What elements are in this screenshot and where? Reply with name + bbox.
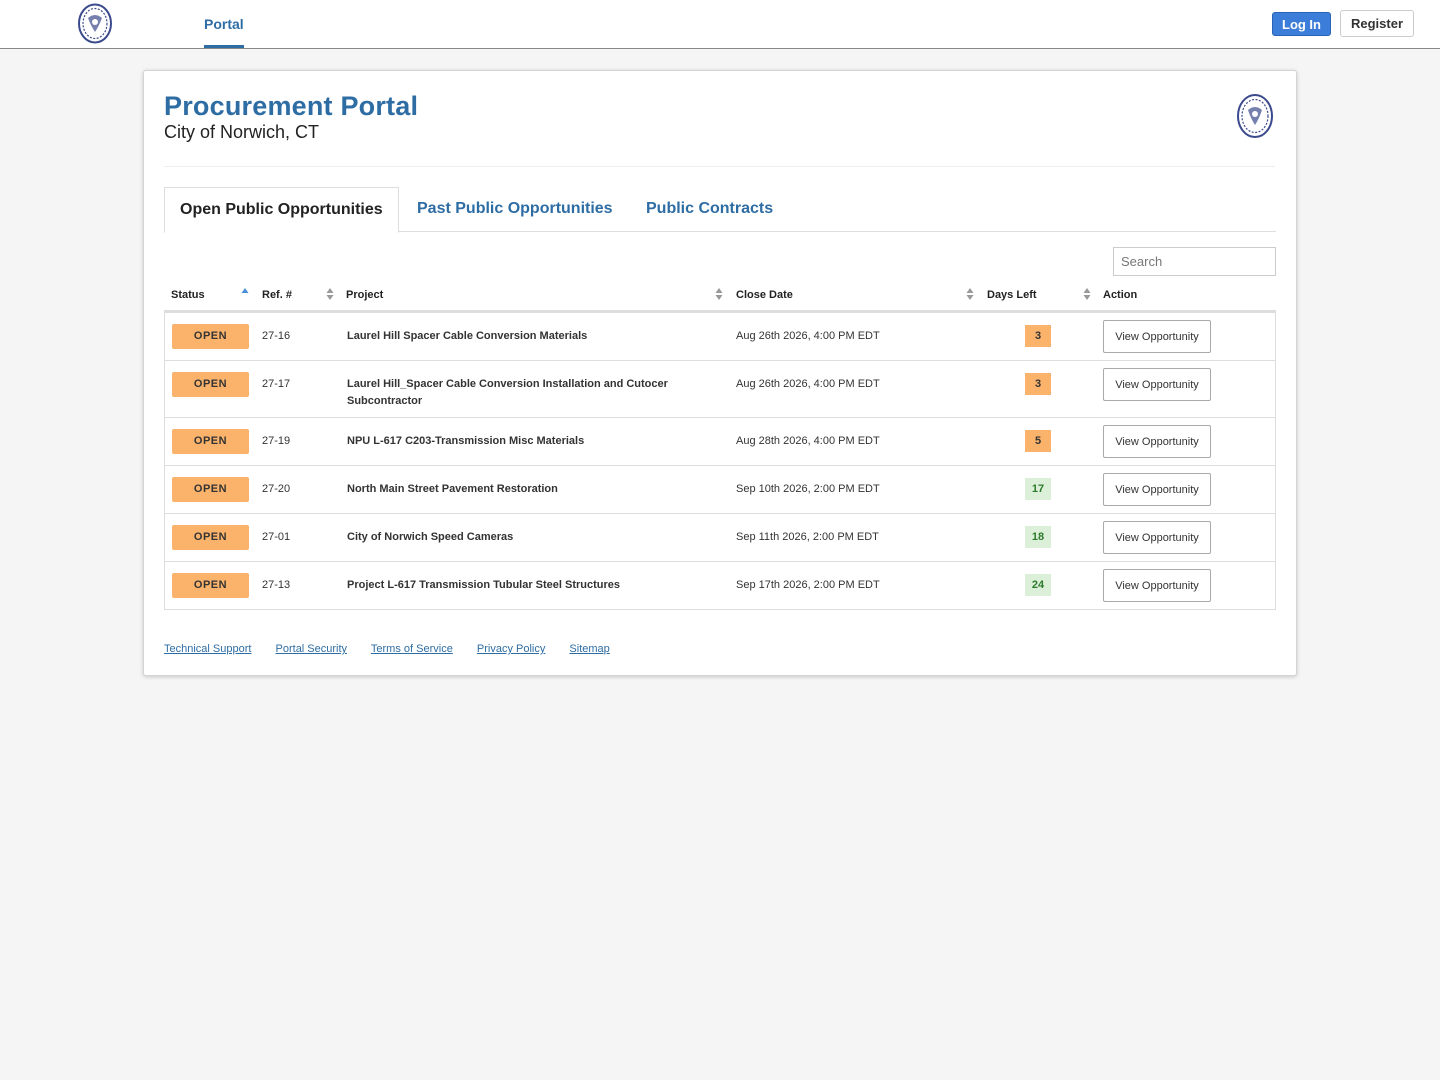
sort-asc-icon[interactable] [241, 287, 249, 301]
privacy-policy-link[interactable]: Privacy Policy [477, 643, 545, 655]
footer-links: Technical Support Portal Security Terms … [164, 643, 631, 655]
sitemap-link[interactable]: Sitemap [569, 643, 609, 655]
column-header-days-left[interactable]: Days Left [987, 289, 1037, 301]
close-date: Aug 28th 2026, 4:00 PM EDT [736, 435, 880, 447]
ref-number: 27-17 [262, 378, 291, 390]
days-left-badge: 3 [1025, 325, 1051, 347]
table-body: OPEN 27-16 Laurel Hill Spacer Cable Conv… [164, 312, 1276, 610]
days-left-badge: 3 [1025, 373, 1051, 395]
status-badge: OPEN [172, 525, 249, 550]
days-left-badge: 18 [1025, 526, 1051, 548]
ref-number: 27-01 [262, 531, 291, 543]
technical-support-link[interactable]: Technical Support [164, 643, 251, 655]
status-badge: OPEN [172, 429, 249, 454]
sort-icon[interactable] [326, 287, 334, 301]
city-seal-icon [1237, 94, 1273, 138]
status-badge: OPEN [172, 372, 249, 397]
terms-of-service-link[interactable]: Terms of Service [371, 643, 453, 655]
view-opportunity-button[interactable]: View Opportunity [1103, 368, 1211, 401]
close-date: Sep 17th 2026, 2:00 PM EDT [736, 579, 880, 591]
tab-public-contracts[interactable]: Public Contracts [646, 187, 773, 232]
status-badge: OPEN [172, 573, 249, 598]
project-name: North Main Street Pavement Restoration [347, 483, 558, 495]
table-row: OPEN 27-01 City of Norwich Speed Cameras… [165, 513, 1275, 561]
view-opportunity-button[interactable]: View Opportunity [1103, 320, 1211, 353]
view-opportunity-button[interactable]: View Opportunity [1103, 425, 1211, 458]
login-button[interactable]: Log In [1272, 12, 1331, 36]
nav-portal-link[interactable]: Portal [204, 0, 244, 48]
page-subtitle: City of Norwich, CT [164, 122, 320, 142]
top-navbar: Portal Log In Register [0, 0, 1440, 49]
sort-icon[interactable] [966, 287, 974, 301]
table-row: OPEN 27-19 NPU L-617 C203-Transmission M… [165, 417, 1275, 465]
column-header-close-date[interactable]: Close Date [736, 289, 793, 301]
close-date: Sep 11th 2026, 2:00 PM EDT [736, 531, 879, 543]
divider [164, 166, 1275, 167]
opportunities-table: Status Ref. # Project Close Date Days Le… [164, 283, 1276, 610]
view-opportunity-button[interactable]: View Opportunity [1103, 521, 1211, 554]
opportunity-tabs: Open Public Opportunities Past Public Op… [164, 187, 1276, 233]
table-row: OPEN 27-20 North Main Street Pavement Re… [165, 465, 1275, 513]
table-header: Status Ref. # Project Close Date Days Le… [164, 283, 1276, 312]
ref-number: 27-16 [262, 330, 291, 342]
tab-past-public-opportunities[interactable]: Past Public Opportunities [417, 187, 613, 232]
column-header-status[interactable]: Status [171, 289, 205, 301]
project-name: City of Norwich Speed Cameras [347, 531, 514, 543]
close-date: Aug 26th 2026, 4:00 PM EDT [736, 378, 880, 390]
status-badge: OPEN [172, 477, 249, 502]
search-input[interactable] [1113, 247, 1276, 276]
view-opportunity-button[interactable]: View Opportunity [1103, 569, 1211, 602]
project-name: Laurel Hill Spacer Cable Conversion Mate… [347, 330, 588, 342]
ref-number: 27-13 [262, 579, 291, 591]
project-name: Laurel Hill_Spacer Cable Conversion Inst… [347, 378, 668, 407]
column-header-action: Action [1103, 289, 1138, 301]
sort-icon[interactable] [1083, 287, 1091, 301]
project-name: Project L-617 Transmission Tubular Steel… [347, 579, 621, 591]
days-left-badge: 24 [1025, 574, 1051, 596]
main-card: Procurement Portal City of Norwich, CT O… [143, 70, 1297, 676]
project-name: NPU L-617 C203-Transmission Misc Materia… [347, 435, 585, 447]
column-header-project[interactable]: Project [346, 289, 383, 301]
days-left-badge: 5 [1025, 430, 1051, 452]
status-badge: OPEN [172, 324, 249, 349]
ref-number: 27-19 [262, 435, 291, 447]
column-header-ref[interactable]: Ref. # [262, 289, 292, 301]
ref-number: 27-20 [262, 483, 291, 495]
days-left-badge: 17 [1025, 478, 1051, 500]
portal-security-link[interactable]: Portal Security [276, 643, 348, 655]
city-seal-icon[interactable] [77, 2, 113, 45]
close-date: Aug 26th 2026, 4:00 PM EDT [736, 330, 880, 342]
table-row: OPEN 27-17 Laurel Hill_Spacer Cable Conv… [165, 360, 1275, 417]
page-title: Procurement Portal [164, 91, 419, 121]
view-opportunity-button[interactable]: View Opportunity [1103, 473, 1211, 506]
tab-open-public-opportunities[interactable]: Open Public Opportunities [164, 187, 399, 233]
sort-icon[interactable] [715, 287, 723, 301]
close-date: Sep 10th 2026, 2:00 PM EDT [736, 483, 880, 495]
table-row: OPEN 27-16 Laurel Hill Spacer Cable Conv… [165, 312, 1275, 360]
register-button[interactable]: Register [1340, 10, 1414, 37]
table-row: OPEN 27-13 Project L-617 Transmission Tu… [165, 561, 1275, 609]
